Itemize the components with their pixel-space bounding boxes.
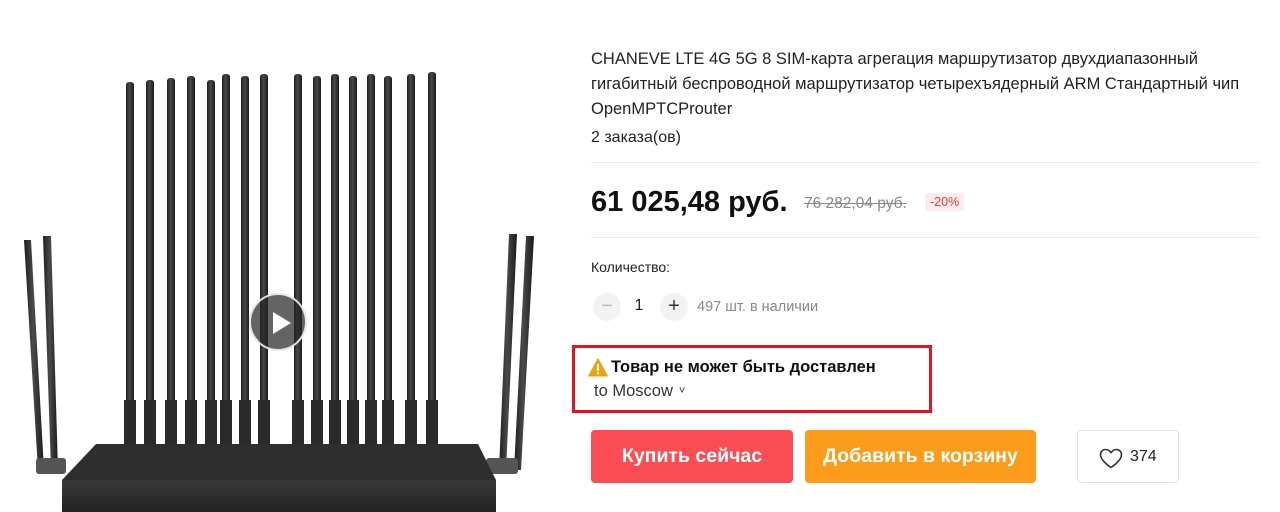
divider bbox=[591, 162, 1259, 163]
chevron-down-icon: ˅ bbox=[678, 385, 686, 397]
warning-icon bbox=[588, 358, 608, 377]
divider bbox=[591, 237, 1259, 238]
wishlist-count: 374 bbox=[1130, 448, 1157, 465]
heart-icon bbox=[1099, 448, 1123, 469]
current-price: 61 025,48 руб. bbox=[591, 186, 788, 218]
shipping-warning-text: Товар не может быть доставлен bbox=[611, 358, 876, 376]
buy-now-button[interactable]: Купить сейчас bbox=[591, 430, 793, 483]
product-gallery bbox=[0, 0, 560, 512]
orders-count: 2 заказа(ов) bbox=[591, 129, 681, 146]
wishlist-button[interactable]: 374 bbox=[1077, 430, 1179, 483]
old-price: 76 282,04 руб. bbox=[804, 195, 907, 212]
quantity-decrease-button[interactable]: − bbox=[593, 293, 621, 321]
product-title: CHANEVE LTE 4G 5G 8 SIM-карта агрегация … bbox=[591, 50, 1240, 118]
shipping-warning-box: Товар не может быть доставлен to Moscow ˅ bbox=[572, 345, 932, 413]
discount-badge: -20% bbox=[925, 193, 965, 211]
video-play-button[interactable] bbox=[249, 293, 307, 351]
ship-to-location: to Moscow bbox=[594, 382, 673, 400]
stock-available: 497 шт. в наличии bbox=[697, 299, 819, 315]
quantity-increase-button[interactable]: + bbox=[660, 293, 688, 321]
quantity-label: Количество: bbox=[591, 259, 671, 275]
add-to-cart-button[interactable]: Добавить в корзину bbox=[805, 430, 1036, 483]
router-image bbox=[24, 72, 534, 512]
quantity-value[interactable]: 1 bbox=[629, 297, 649, 315]
ship-to-selector[interactable]: to Moscow ˅ bbox=[594, 382, 685, 401]
